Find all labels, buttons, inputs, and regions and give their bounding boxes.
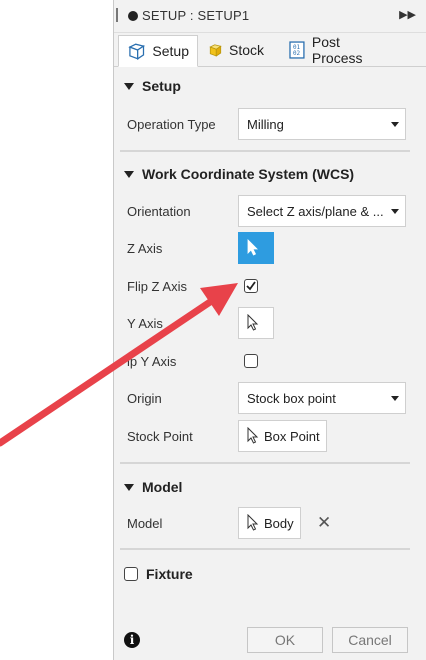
checkmark-icon xyxy=(246,281,256,291)
cursor-arrow-icon xyxy=(247,314,259,331)
chevron-down-icon xyxy=(391,396,399,401)
chevron-down-icon xyxy=(391,209,399,214)
record-icon xyxy=(128,11,138,21)
tab-bar: Setup Stock 01 02 Post Process xyxy=(114,32,426,67)
wcs-section-header[interactable]: Work Coordinate System (WCS) xyxy=(124,166,354,182)
z-axis-label: Z Axis xyxy=(127,241,163,256)
tab-stock[interactable]: Stock xyxy=(200,35,272,65)
operation-type-value: Milling xyxy=(247,116,284,132)
operation-type-select[interactable]: Milling xyxy=(238,108,406,140)
y-axis-selector-button[interactable] xyxy=(238,307,274,339)
collapse-triangle-icon xyxy=(124,170,134,178)
origin-value: Stock box point xyxy=(247,390,336,406)
origin-select[interactable]: Stock box point xyxy=(238,382,406,414)
cancel-button[interactable]: Cancel xyxy=(332,627,408,653)
ok-button[interactable]: OK xyxy=(247,627,323,653)
cursor-arrow-icon xyxy=(247,427,259,444)
flip-z-axis-checkbox[interactable] xyxy=(244,279,258,293)
flip-y-axis-checkbox[interactable] xyxy=(244,354,258,368)
orientation-value: Select Z axis/plane & ... xyxy=(247,203,384,219)
setup-section-title: Setup xyxy=(142,78,181,94)
wcs-section-title: Work Coordinate System (WCS) xyxy=(142,166,355,182)
tab-setup-label: Setup xyxy=(152,43,189,59)
clear-selection-close-icon[interactable]: ✕ xyxy=(317,513,331,533)
fixture-section-title: Fixture xyxy=(146,566,193,582)
collapse-triangle-icon xyxy=(124,483,134,491)
stock-icon xyxy=(209,44,222,57)
model-value: Body xyxy=(264,515,294,531)
z-axis-selector-button[interactable] xyxy=(238,232,274,264)
stock-point-value: Box Point xyxy=(264,428,320,444)
chevron-down-icon xyxy=(391,122,399,127)
model-selector-button[interactable]: Body xyxy=(238,507,301,539)
collapse-triangle-icon xyxy=(124,82,134,90)
fixture-section-header[interactable]: Fixture xyxy=(124,566,193,582)
setup-icon xyxy=(128,43,146,60)
tab-setup[interactable]: Setup xyxy=(118,35,198,67)
tab-stock-label: Stock xyxy=(228,42,264,58)
flip-z-axis-label: Flip Z Axis xyxy=(127,279,187,294)
setup-panel: SETUP : SETUP1 ▶▶ Setup Stock 01 02 Post… xyxy=(113,0,426,660)
stock-point-label: Stock Point xyxy=(127,429,193,444)
drag-handle[interactable] xyxy=(116,8,118,22)
setup-section-header[interactable]: Setup xyxy=(124,78,181,94)
panel-title: SETUP : SETUP1 xyxy=(142,8,250,23)
expand-icon[interactable]: ▶▶ xyxy=(399,8,416,21)
cursor-arrow-icon xyxy=(247,239,258,256)
fixture-checkbox[interactable] xyxy=(124,567,138,581)
stock-point-selector-button[interactable]: Box Point xyxy=(238,420,327,452)
operation-type-label: Operation Type xyxy=(127,117,216,132)
tab-post-process[interactable]: 01 02 Post Process xyxy=(280,34,402,66)
post-process-icon: 01 02 xyxy=(289,41,305,59)
origin-label: Origin xyxy=(127,391,162,406)
model-label: Model xyxy=(127,516,163,531)
orientation-select[interactable]: Select Z axis/plane & ... xyxy=(238,195,406,227)
flip-y-axis-label: ip Y Axis xyxy=(127,354,177,369)
cursor-arrow-icon xyxy=(247,514,259,531)
model-section-header[interactable]: Model xyxy=(124,479,182,495)
section-divider xyxy=(120,150,410,152)
panel-titlebar: SETUP : SETUP1 ▶▶ xyxy=(114,0,426,33)
orientation-label: Orientation xyxy=(127,204,191,219)
section-divider xyxy=(120,462,410,464)
y-axis-label: Y Axis xyxy=(127,316,163,331)
tab-post-process-label: Post Process xyxy=(311,34,363,66)
info-icon[interactable]: i xyxy=(124,632,140,648)
section-divider xyxy=(120,548,410,550)
model-section-title: Model xyxy=(142,479,183,495)
svg-text:02: 02 xyxy=(293,50,301,57)
